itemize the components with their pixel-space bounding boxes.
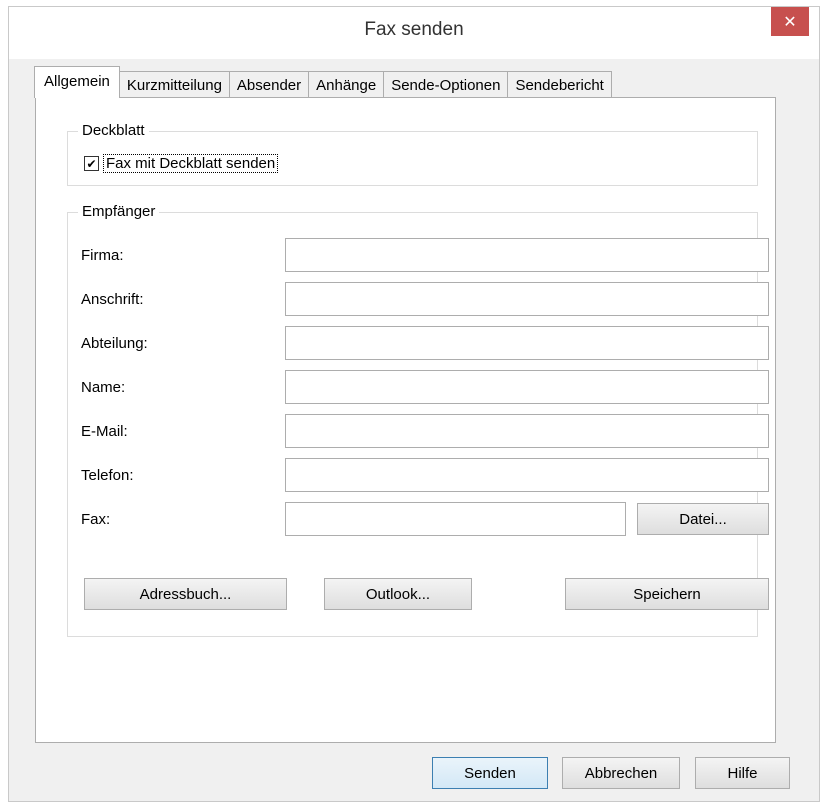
tab-panel-allgemein: Deckblatt ✔ Fax mit Deckblatt senden Emp…	[35, 97, 776, 743]
deckblatt-checkbox-row[interactable]: ✔ Fax mit Deckblatt senden	[84, 154, 279, 173]
abteilung-label: Abteilung:	[81, 335, 148, 352]
telefon-input[interactable]	[285, 458, 769, 492]
window-title: Fax senden	[364, 19, 464, 40]
close-button[interactable]: ✕	[771, 7, 809, 36]
check-icon: ✔	[86, 156, 97, 171]
speichern-button[interactable]: Speichern	[565, 578, 769, 610]
empfaenger-group: Empfänger Firma: Anschrift: Abteilung: N…	[67, 203, 769, 637]
abbrechen-button[interactable]: Abbrechen	[562, 757, 680, 789]
name-input[interactable]	[285, 370, 769, 404]
hilfe-button[interactable]: Hilfe	[695, 757, 790, 789]
tab-strip: Allgemein Kurzmitteilung Absender Anhäng…	[34, 66, 612, 98]
title-bar: Fax senden ✕	[9, 7, 819, 59]
tab-absender[interactable]: Absender	[228, 71, 310, 98]
tab-anhaenge[interactable]: Anhänge	[308, 71, 385, 98]
deckblatt-checkbox-label[interactable]: Fax mit Deckblatt senden	[103, 154, 279, 173]
firma-input[interactable]	[285, 238, 769, 272]
senden-button[interactable]: Senden	[432, 757, 548, 789]
tab-allgemein[interactable]: Allgemein	[34, 66, 120, 98]
outlook-button[interactable]: Outlook...	[324, 578, 472, 610]
deckblatt-checkbox[interactable]: ✔	[84, 156, 99, 171]
close-icon: ✕	[783, 13, 797, 31]
fax-input[interactable]	[285, 502, 626, 536]
deckblatt-group: Deckblatt ✔ Fax mit Deckblatt senden	[67, 122, 758, 186]
tab-kurzmitteilung[interactable]: Kurzmitteilung	[118, 71, 230, 98]
firma-label: Firma:	[81, 247, 124, 264]
abteilung-input[interactable]	[285, 326, 769, 360]
anschrift-input[interactable]	[285, 282, 769, 316]
anschrift-label: Anschrift:	[81, 291, 144, 308]
email-input[interactable]	[285, 414, 769, 448]
datei-button[interactable]: Datei...	[637, 503, 769, 535]
fax-label: Fax:	[81, 511, 111, 528]
adressbuch-button[interactable]: Adressbuch...	[84, 578, 287, 610]
name-label: Name:	[81, 379, 126, 396]
tab-sende-optionen[interactable]: Sende-Optionen	[383, 71, 509, 98]
empfaenger-legend: Empfänger	[78, 203, 160, 220]
deckblatt-legend: Deckblatt	[78, 122, 149, 139]
telefon-label: Telefon:	[81, 467, 134, 484]
tab-sendebericht[interactable]: Sendebericht	[507, 71, 612, 98]
email-label: E-Mail:	[81, 423, 128, 440]
